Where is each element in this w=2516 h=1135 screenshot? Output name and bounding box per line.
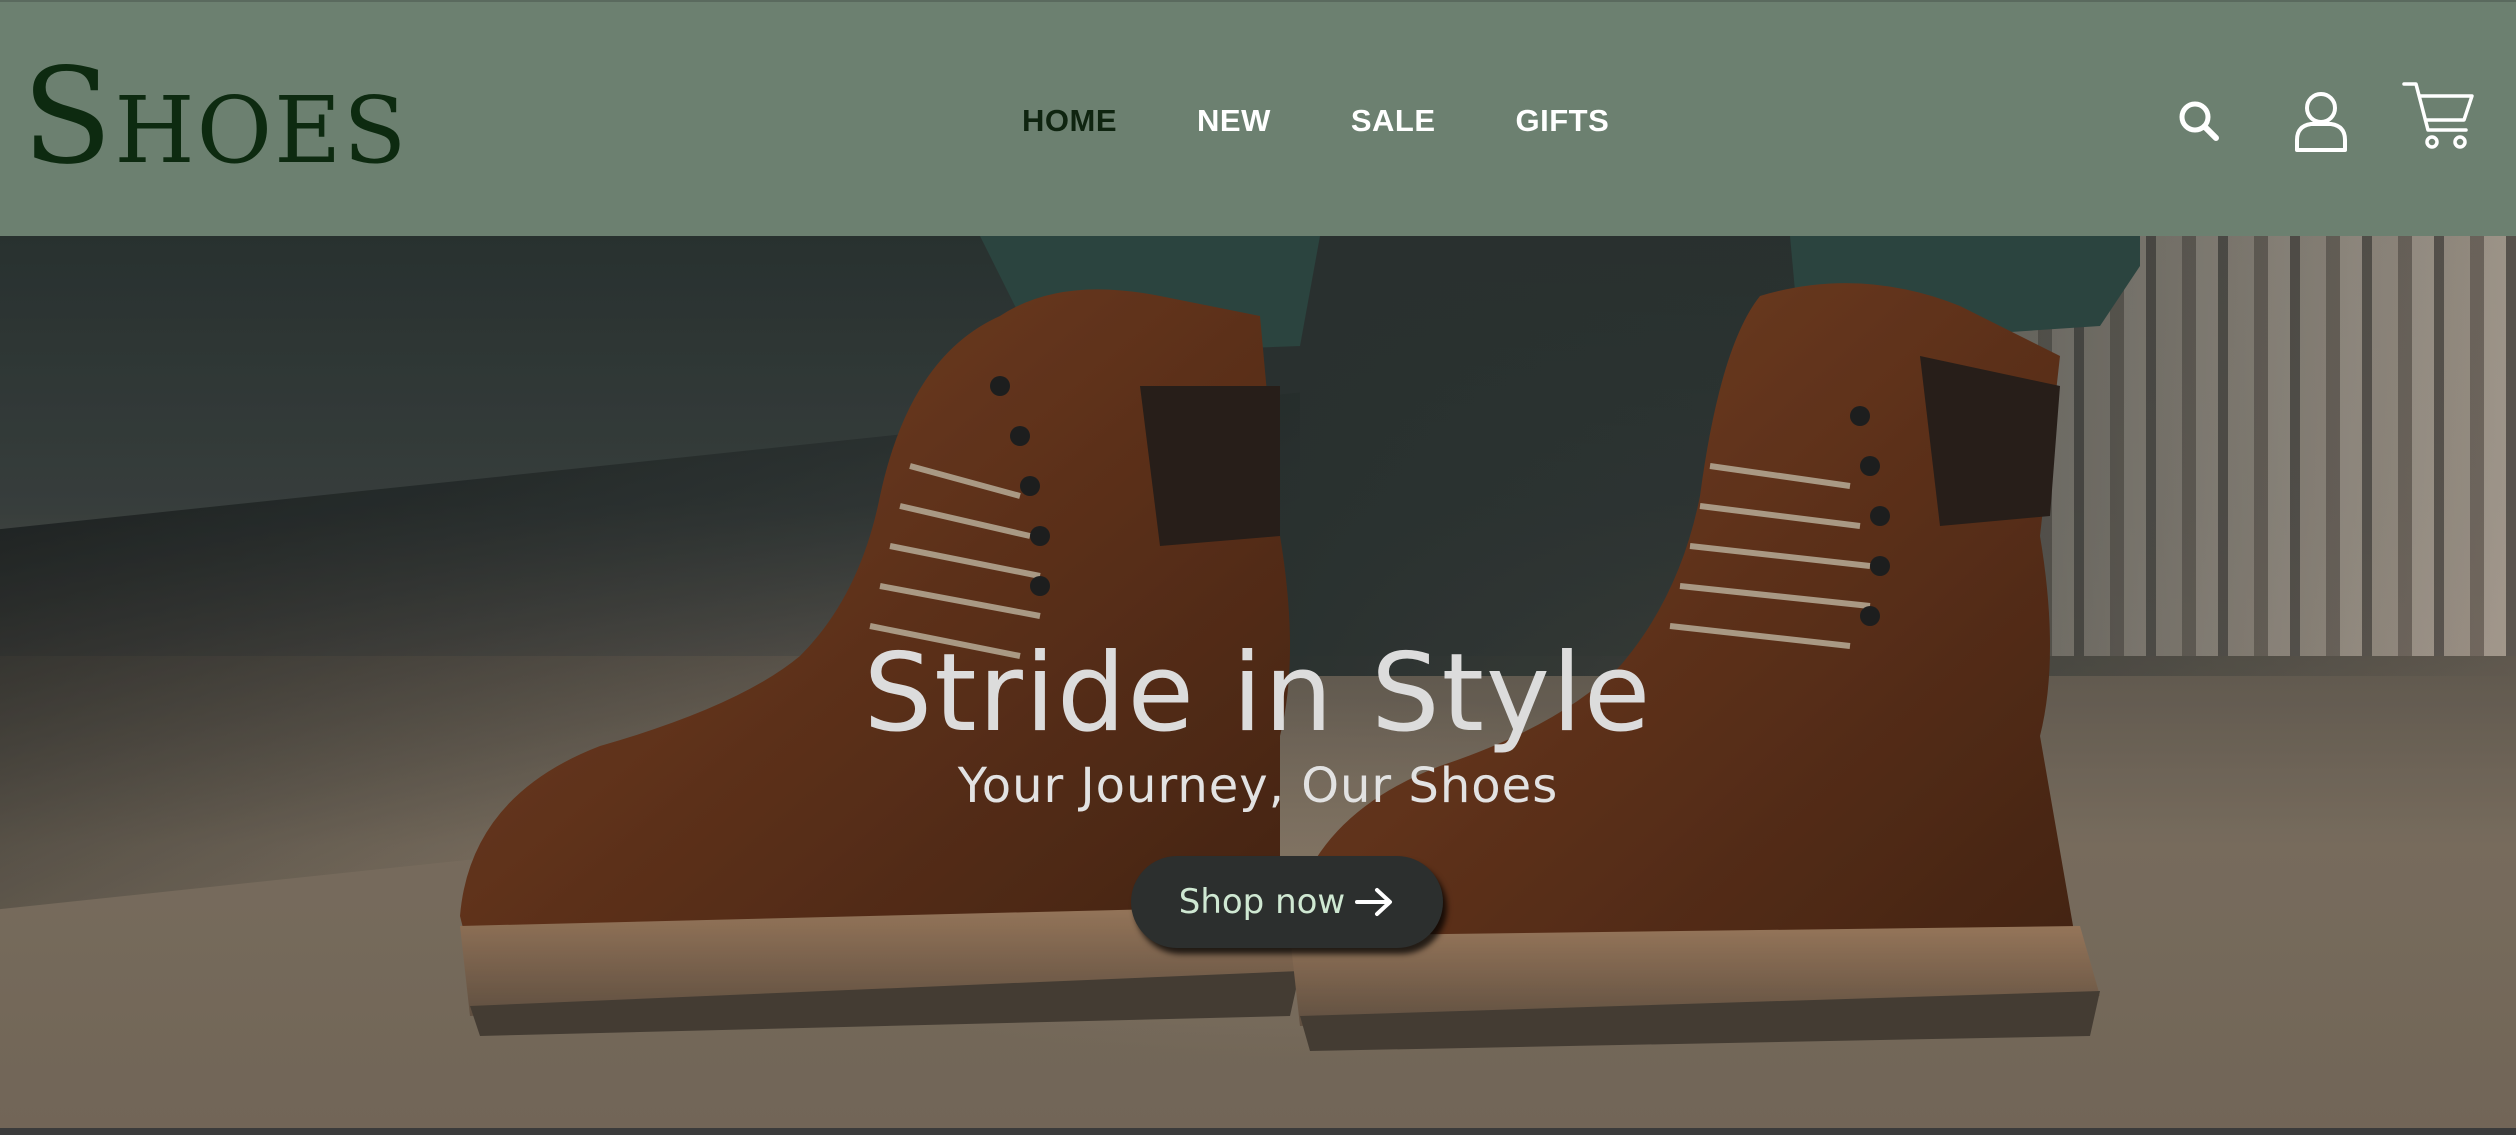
user-icon (2295, 92, 2347, 152)
nav-item-gifts[interactable]: GIFTS (1516, 94, 1610, 148)
brand-logo[interactable]: Shoes (22, 42, 408, 192)
site-header: Shoes HOME NEW SALE GIFTS (0, 0, 2516, 236)
main-nav: HOME NEW SALE GIFTS (1022, 94, 1689, 148)
hero-title: Stride in Style (863, 631, 1653, 756)
arrow-right-icon (1355, 888, 1393, 916)
shop-now-label: Shop now (1178, 882, 1346, 922)
hero-subtitle: Your Journey, Our Shoes (957, 758, 1559, 814)
shop-now-button[interactable]: Shop now (1131, 856, 1443, 948)
page: Shoes HOME NEW SALE GIFTS Stride in Styl… (0, 0, 2516, 1135)
account-button[interactable] (2290, 86, 2352, 154)
search-icon (2179, 101, 2219, 141)
nav-item-sale[interactable]: SALE (1351, 94, 1436, 148)
cart-button[interactable] (2400, 78, 2476, 154)
nav-item-new[interactable]: NEW (1197, 94, 1271, 148)
nav-item-home[interactable]: HOME (1022, 94, 1117, 148)
hero-banner: Stride in Style Your Journey, Our Shoes … (0, 236, 2516, 1128)
cart-icon (2402, 82, 2474, 149)
page-bottom-edge (0, 1128, 2516, 1135)
search-button[interactable] (2172, 94, 2226, 148)
